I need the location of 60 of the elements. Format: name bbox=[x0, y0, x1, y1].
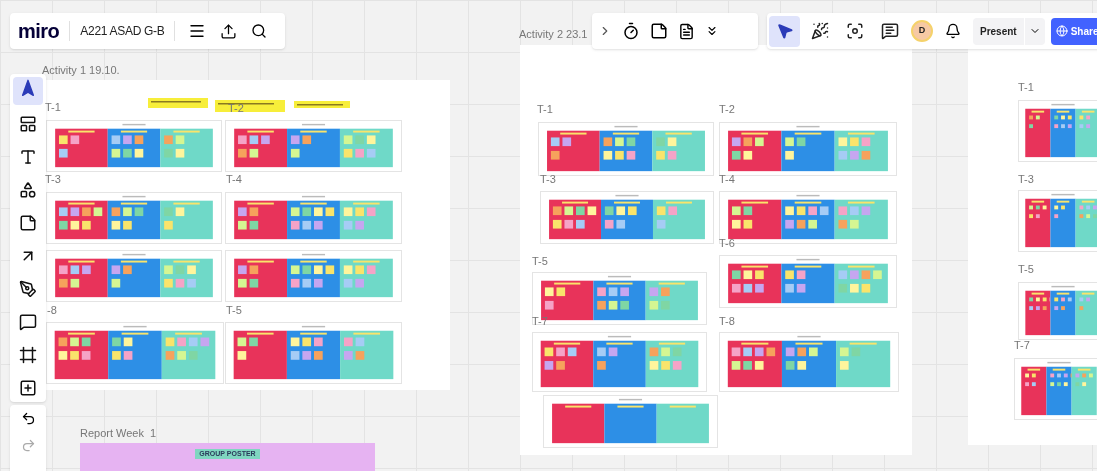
present-button[interactable]: Present bbox=[973, 17, 1024, 45]
card-button[interactable] bbox=[650, 22, 668, 40]
board-label: T-4 bbox=[719, 174, 735, 185]
logo[interactable]: miro bbox=[18, 21, 60, 41]
undo-button[interactable] bbox=[20, 411, 36, 426]
text-icon bbox=[19, 148, 37, 166]
board-label: T-5 bbox=[226, 305, 242, 316]
tool-button[interactable] bbox=[13, 77, 43, 105]
board-label: T-7 bbox=[1014, 340, 1030, 351]
party-popper-icon bbox=[810, 22, 829, 40]
board-label: T-5 bbox=[532, 256, 548, 267]
board-label: T-3 bbox=[45, 174, 61, 185]
frame-title: Activity 2 23.1 bbox=[519, 27, 588, 42]
upload-icon bbox=[219, 22, 237, 40]
undo-icon bbox=[20, 411, 36, 426]
card-icon bbox=[650, 22, 668, 40]
board-label: T-5 bbox=[1018, 264, 1034, 275]
frame-title: Activity 1 19.10. bbox=[42, 63, 120, 78]
shapes-icon bbox=[19, 181, 37, 199]
board-label: T-3 bbox=[540, 174, 556, 185]
document-icon bbox=[678, 22, 695, 40]
plus-icon bbox=[19, 379, 37, 397]
board-label: T-1 bbox=[537, 104, 553, 115]
board-label: T-3 bbox=[1018, 174, 1034, 185]
board-label: T-4 bbox=[226, 174, 242, 185]
board-label: T-8 bbox=[719, 316, 735, 327]
cursor-icon bbox=[775, 22, 794, 40]
notifications-button[interactable] bbox=[945, 23, 961, 39]
comment-list-icon bbox=[880, 22, 899, 40]
board-name[interactable]: A221 ASAD G-B bbox=[80, 22, 165, 40]
sticky-note bbox=[294, 101, 350, 108]
timer-icon bbox=[622, 22, 640, 40]
pen-icon bbox=[19, 280, 37, 298]
sticky-note bbox=[148, 98, 208, 108]
menu-icon bbox=[187, 22, 206, 40]
sticky-note bbox=[215, 100, 285, 112]
notes-button[interactable] bbox=[678, 22, 695, 40]
board-label: T-1 bbox=[45, 102, 61, 113]
board-label: T-2 bbox=[719, 104, 735, 115]
toolbar-button[interactable] bbox=[769, 15, 800, 47]
sticky-note-icon bbox=[19, 214, 37, 232]
search-icon bbox=[250, 23, 267, 39]
frame-title: Report Week 1 bbox=[80, 426, 157, 441]
frame-icon bbox=[19, 346, 37, 364]
comment-icon bbox=[19, 313, 37, 331]
board-label: T-1 bbox=[1018, 82, 1034, 93]
focus-icon bbox=[845, 22, 864, 40]
board-label: T-6 bbox=[719, 238, 735, 249]
board-label: T-7 bbox=[532, 316, 548, 327]
present-dropdown[interactable] bbox=[1024, 17, 1045, 45]
user-avatar[interactable]: D bbox=[911, 20, 933, 42]
board-label: T-2 bbox=[228, 103, 244, 114]
globe-icon bbox=[1055, 25, 1068, 37]
redo-icon bbox=[20, 438, 36, 453]
bell-icon bbox=[945, 23, 961, 39]
double-chevron-icon bbox=[705, 24, 719, 38]
timer-button[interactable] bbox=[622, 22, 640, 40]
more-button[interactable] bbox=[705, 24, 719, 38]
template-icon bbox=[19, 115, 37, 133]
board-label: -8 bbox=[47, 305, 57, 316]
